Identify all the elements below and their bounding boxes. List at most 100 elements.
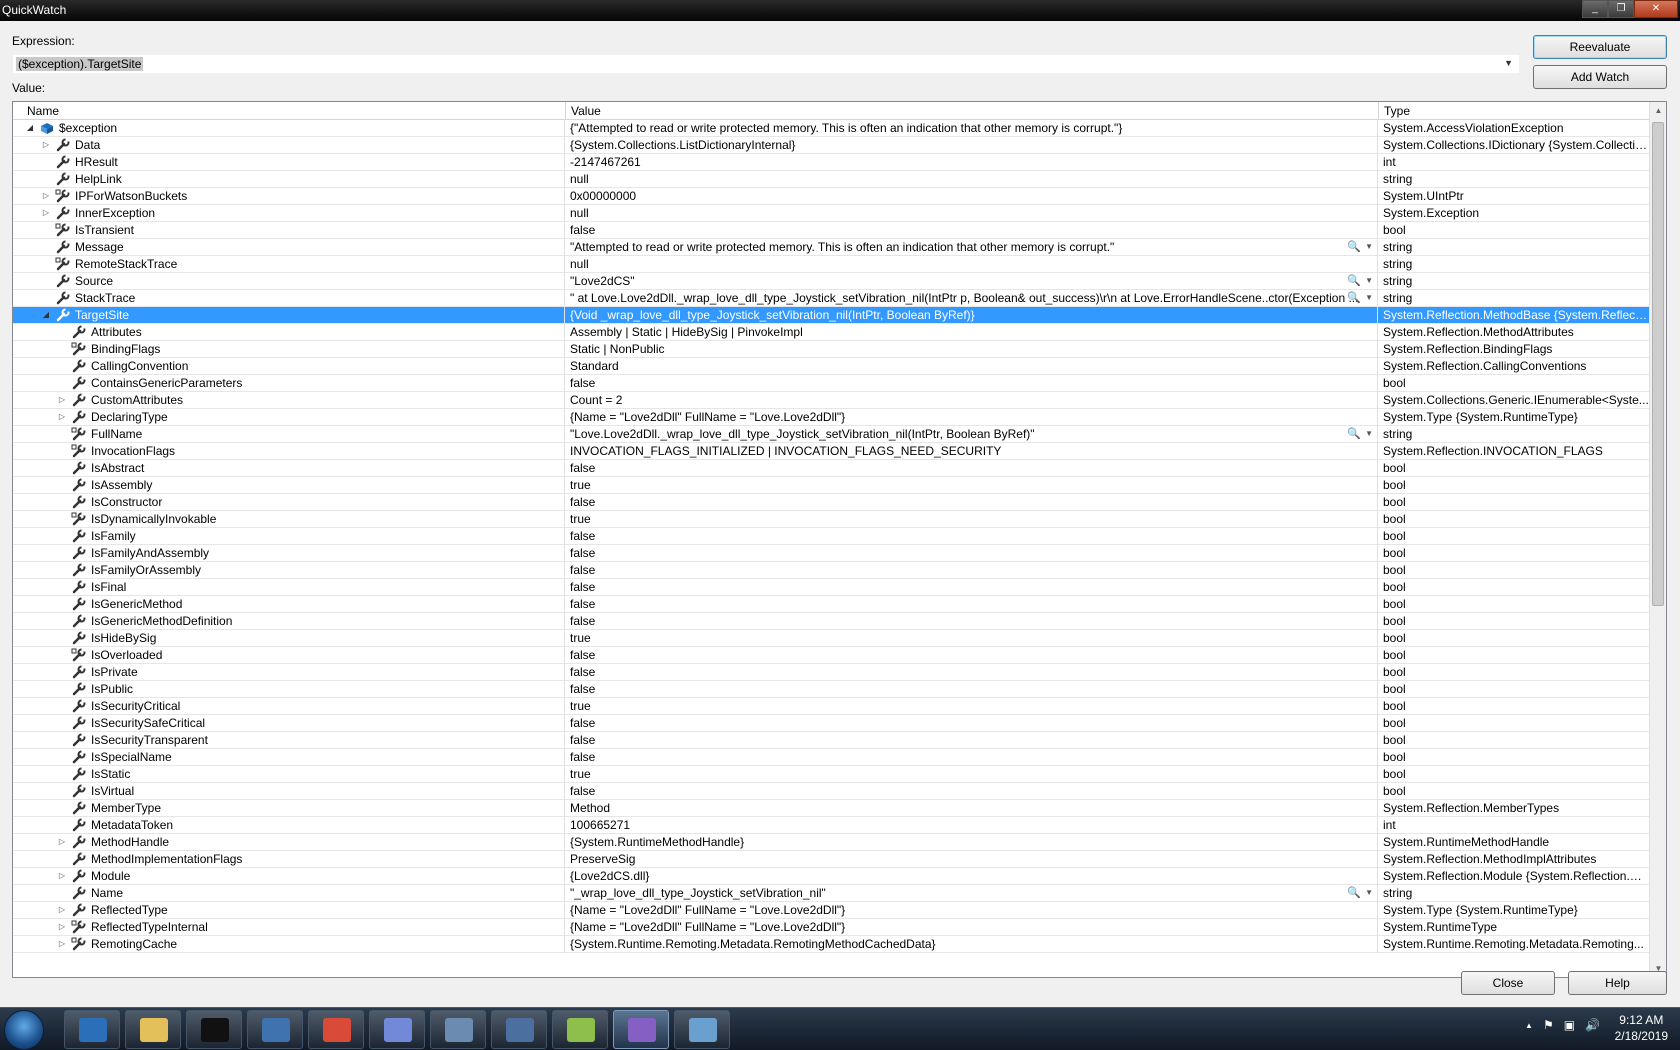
value-cell[interactable]: Assembly | Static | HideBySig | PinvokeI… — [566, 324, 1378, 341]
value-cell[interactable]: false — [566, 647, 1378, 664]
table-row[interactable]: IsVirtual false bool — [13, 783, 1649, 800]
table-row[interactable]: ▷ IPForWatsonBuckets 0x00000000 System.UInt… — [13, 188, 1649, 205]
value-cell[interactable]: {System.RuntimeMethodHandle} — [566, 834, 1378, 851]
expand-arrow-icon[interactable]: ▷ — [57, 936, 67, 952]
table-row[interactable]: StackTrace " at Love.Love2dDll._wrap_love… — [13, 290, 1649, 307]
expand-arrow-icon[interactable]: ▷ — [41, 137, 51, 153]
table-row[interactable]: BindingFlags Static | NonPublic System.Ref… — [13, 341, 1649, 358]
value-cell[interactable]: 100665271 — [566, 817, 1378, 834]
value-cell[interactable]: false — [566, 460, 1378, 477]
value-cell[interactable]: false — [566, 596, 1378, 613]
taskbar-button[interactable] — [308, 1010, 364, 1049]
taskbar-button[interactable] — [64, 1010, 120, 1049]
text-visualizer-magnifier-icon[interactable]: 🔍 — [1347, 885, 1361, 901]
value-cell[interactable]: false — [566, 545, 1378, 562]
visualizer-dropdown-icon[interactable]: ▼ — [1365, 290, 1373, 306]
taskbar-button[interactable] — [613, 1010, 669, 1049]
table-row[interactable]: ▷ ReflectedType {Name = "Love2dDll" FullNa… — [13, 902, 1649, 919]
taskbar-button[interactable] — [369, 1010, 425, 1049]
value-cell[interactable]: true — [566, 766, 1378, 783]
vertical-scrollbar[interactable]: ▲ ▼ — [1649, 102, 1666, 977]
volume-icon[interactable]: 🔊 — [1585, 1018, 1600, 1034]
table-row[interactable]: IsAbstract false bool — [13, 460, 1649, 477]
table-row[interactable]: IsSecurityTransparent false bool — [13, 732, 1649, 749]
value-cell[interactable]: "Love.Love2dDll._wrap_love_dll_type_Joys… — [566, 426, 1378, 443]
table-row[interactable]: ▷ Data {System.Collections.ListDictionaryI… — [13, 137, 1649, 154]
close-button[interactable]: Close — [1461, 971, 1555, 995]
table-row[interactable]: Message "Attempted to read or write prote… — [13, 239, 1649, 256]
reevaluate-button[interactable]: Reevaluate — [1533, 35, 1667, 59]
scroll-up-icon[interactable]: ▲ — [1650, 102, 1666, 119]
expand-arrow-icon[interactable]: ▷ — [57, 834, 67, 850]
table-row[interactable]: IsPublic false bool — [13, 681, 1649, 698]
table-row[interactable]: IsDynamicallyInvokable true bool — [13, 511, 1649, 528]
value-cell[interactable]: Standard — [566, 358, 1378, 375]
value-cell[interactable]: false — [566, 579, 1378, 596]
taskbar-button[interactable] — [125, 1010, 181, 1049]
taskbar-button[interactable] — [552, 1010, 608, 1049]
value-cell[interactable]: {Void _wrap_love_dll_type_Joystick_setVi… — [566, 307, 1378, 324]
table-row[interactable]: IsAssembly true bool — [13, 477, 1649, 494]
taskbar-clock[interactable]: 9:12 AM 2/18/2019 — [1615, 1012, 1668, 1044]
action-center-flag-icon[interactable]: ⚑ — [1543, 1018, 1554, 1034]
expand-arrow-icon[interactable]: ▷ — [57, 392, 67, 408]
visualizer-dropdown-icon[interactable]: ▼ — [1365, 239, 1373, 255]
expand-arrow-icon[interactable]: ▷ — [57, 902, 67, 918]
expand-arrow-icon[interactable]: ▷ — [57, 919, 67, 935]
taskbar-button[interactable] — [674, 1010, 730, 1049]
network-icon[interactable]: ▣ — [1564, 1018, 1575, 1034]
taskbar-button[interactable] — [247, 1010, 303, 1049]
expand-arrow-icon[interactable]: ▷ — [57, 868, 67, 884]
table-row[interactable]: ▷ InnerException null System.Exception — [13, 205, 1649, 222]
expression-combobox[interactable]: ($exception).TargetSite ▼ — [12, 54, 1520, 74]
value-cell[interactable]: {Name = "Love2dDll" FullName = "Love.Lov… — [566, 919, 1378, 936]
value-cell[interactable]: PreserveSig — [566, 851, 1378, 868]
visualizer-dropdown-icon[interactable]: ▼ — [1365, 273, 1373, 289]
value-cell[interactable]: "Attempted to read or write protected me… — [566, 239, 1378, 256]
expand-arrow-icon[interactable]: ▷ — [41, 205, 51, 221]
table-row[interactable]: IsTransient false bool — [13, 222, 1649, 239]
value-cell[interactable]: false — [566, 562, 1378, 579]
scroll-thumb[interactable] — [1652, 122, 1664, 606]
text-visualizer-magnifier-icon[interactable]: 🔍 — [1347, 239, 1361, 255]
value-cell[interactable]: " at Love.Love2dDll._wrap_love_dll_type_… — [566, 290, 1378, 307]
column-header-type[interactable]: Type — [1379, 102, 1649, 120]
table-row[interactable]: IsGenericMethodDefinition false bool — [13, 613, 1649, 630]
start-button[interactable] — [4, 1010, 44, 1050]
column-header-value[interactable]: Value — [566, 102, 1379, 120]
value-cell[interactable]: true — [566, 698, 1378, 715]
table-row[interactable]: ▷ DeclaringType {Name = "Love2dDll" FullNa… — [13, 409, 1649, 426]
value-cell[interactable]: {Name = "Love2dDll" FullName = "Love.Lov… — [566, 409, 1378, 426]
taskbar-button[interactable] — [430, 1010, 486, 1049]
value-cell[interactable]: {System.Runtime.Remoting.Metadata.Remoti… — [566, 936, 1378, 953]
table-row[interactable]: FullName "Love.Love2dDll._wrap_love_dll_t… — [13, 426, 1649, 443]
table-row[interactable]: MemberType Method System.Reflection.Member… — [13, 800, 1649, 817]
table-row[interactable]: ◢ TargetSite {Void _wrap_love_dll_type_Joy… — [13, 307, 1649, 324]
table-row[interactable]: HResult -2147467261 int — [13, 154, 1649, 171]
value-cell[interactable]: false — [566, 613, 1378, 630]
table-row[interactable]: IsSecurityCritical true bool — [13, 698, 1649, 715]
value-cell[interactable]: false — [566, 732, 1378, 749]
table-row[interactable]: IsHideBySig true bool — [13, 630, 1649, 647]
value-cell[interactable]: false — [566, 664, 1378, 681]
table-row[interactable]: ◢ $exception {"Attempted to read or write … — [13, 120, 1649, 137]
taskbar-button[interactable] — [186, 1010, 242, 1049]
table-row[interactable]: IsFamilyOrAssembly false bool — [13, 562, 1649, 579]
help-button[interactable]: Help — [1568, 971, 1667, 995]
table-row[interactable]: IsPrivate false bool — [13, 664, 1649, 681]
value-cell[interactable]: false — [566, 222, 1378, 239]
value-cell[interactable]: {"Attempted to read or write protected m… — [566, 120, 1378, 137]
minimize-button[interactable]: _ — [1582, 0, 1608, 18]
table-row[interactable]: ▷ MethodHandle {System.RuntimeMethodHandle… — [13, 834, 1649, 851]
text-visualizer-magnifier-icon[interactable]: 🔍 — [1347, 426, 1361, 442]
collapse-arrow-icon[interactable]: ◢ — [25, 120, 35, 136]
table-row[interactable]: IsFamilyAndAssembly false bool — [13, 545, 1649, 562]
table-row[interactable]: ▷ ReflectedTypeInternal {Name = "Love2dDll… — [13, 919, 1649, 936]
value-cell[interactable]: 0x00000000 — [566, 188, 1378, 205]
chevron-down-icon[interactable]: ▼ — [1504, 58, 1513, 68]
value-cell[interactable]: INVOCATION_FLAGS_INITIALIZED | INVOCATIO… — [566, 443, 1378, 460]
value-cell[interactable]: false — [566, 715, 1378, 732]
value-cell[interactable]: false — [566, 494, 1378, 511]
table-row[interactable]: IsSecuritySafeCritical false bool — [13, 715, 1649, 732]
value-cell[interactable]: true — [566, 630, 1378, 647]
